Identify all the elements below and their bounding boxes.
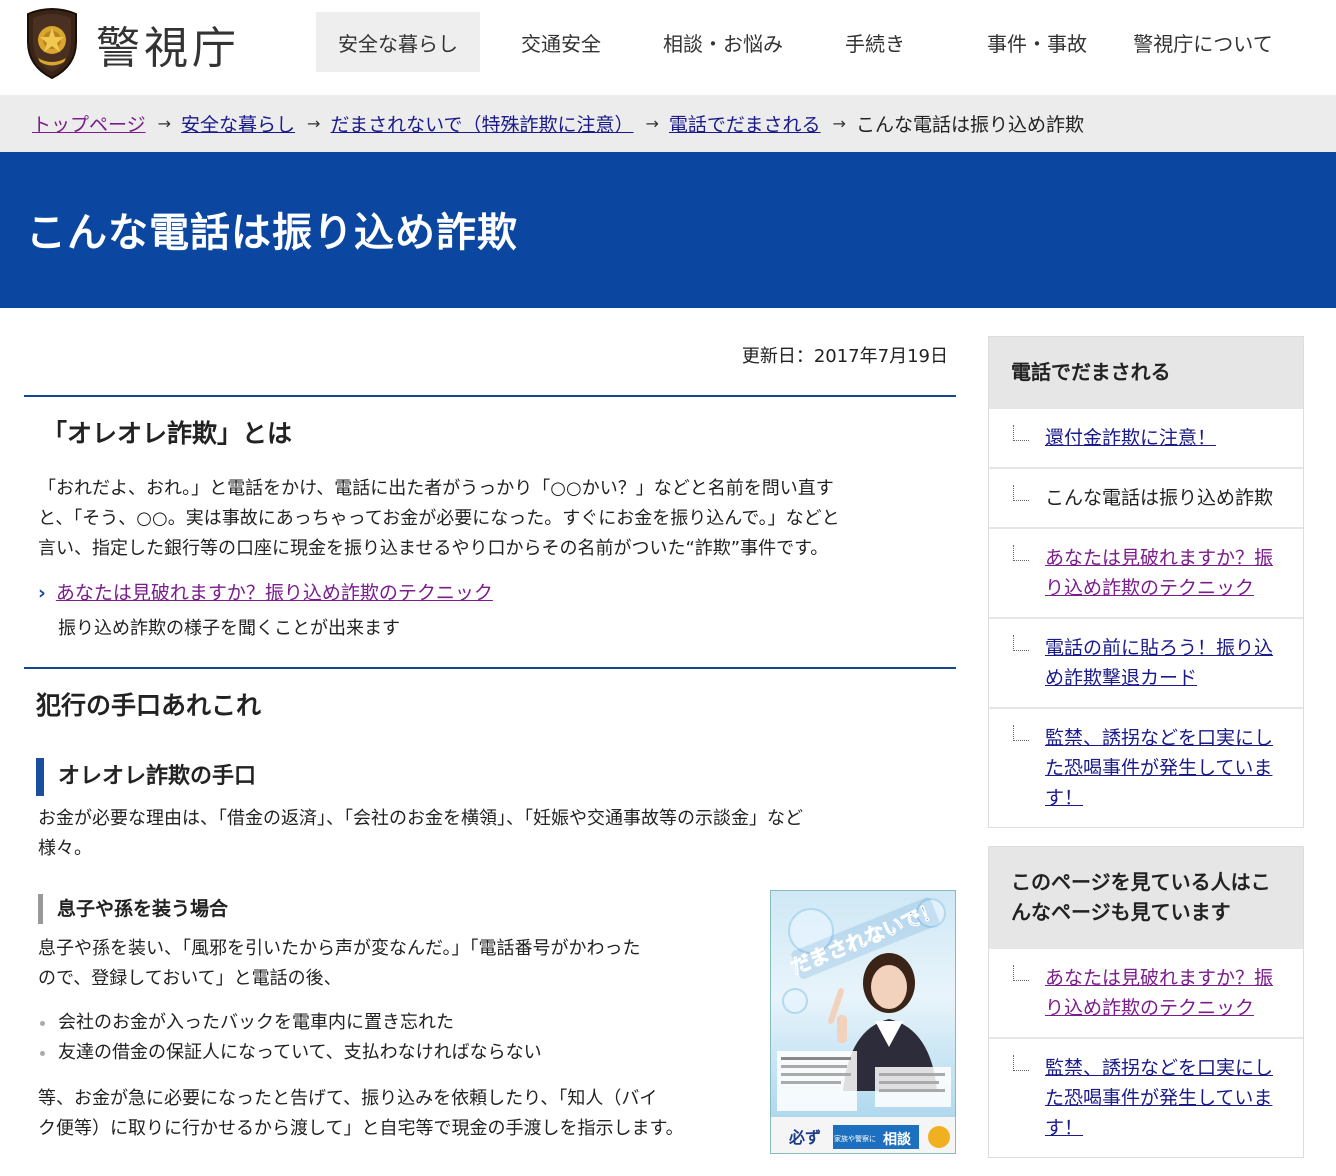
text-line: ク便等）に取りに行かせるから渡して」と自宅等で現金の手渡しを指示します。 [38,1118,684,1139]
nav-item-procedures[interactable]: 手続き [804,12,946,72]
breadcrumb-phone[interactable]: 電話でだまされる [669,110,821,137]
sidebar-link[interactable]: 監禁、誘拐などを口実にし [1045,727,1273,749]
sidebar-item-extortion[interactable]: 監禁、誘拐などを口実にし た恐喝事件が発生していま す！ [989,1037,1303,1157]
page-title: こんな電話は振り込め詐欺 [26,210,518,256]
updated-date: 更新日：2017年7月19日 [741,346,948,367]
case-closing-text: 等、お金が急に必要になったと告げて、振り込みを依頼したり、「知人（バイ ク便等）… [38,1084,768,1144]
poster-footer-mid: 家族や警察に [834,1134,876,1143]
tree-connector-icon [1013,725,1029,741]
breadcrumb-arrow-icon: → [157,114,172,133]
case-bullet-list: 会社のお金が入ったバックを電車内に置き忘れた 友達の借金の保証人になっていて、支… [38,1008,542,1068]
sidebar-link[interactable]: 還付金詐欺に注意！ [1045,427,1216,449]
heading-line: このページを見ている人はこ [1011,870,1271,894]
tree-connector-icon [1013,635,1029,651]
section-intro-text: 「おれだよ、おれ。」と電話をかけ、電話に出た者がうっかり「○○かい？」などと名前… [38,474,950,564]
technique-link-description: 振り込め詐欺の様子を聞くことが出来ます [58,618,400,639]
breadcrumb-top[interactable]: トップページ [32,110,146,137]
chevron-right-icon: › [38,582,46,604]
main-content: 更新日：2017年7月19日 「オレオレ詐欺」とは 「おれだよ、おれ。」と電話を… [24,308,956,1174]
sidebar-link[interactable]: り込め詐欺のテクニック [1045,997,1254,1019]
breadcrumb-safety[interactable]: 安全な暮らし [181,110,295,137]
sidebar-item-current-page: こんな電話は振り込め詐欺 [989,467,1303,527]
sidebar-link[interactable]: た恐喝事件が発生していま [1045,1087,1272,1109]
section-heading-methods: 犯行の手口あれこれ [36,691,262,720]
sidebar-link[interactable]: り込め詐欺のテクニック [1045,577,1254,599]
title-band: こんな電話は振り込め詐欺 [0,152,1336,308]
police-emblem-icon[interactable] [22,6,82,80]
case-text: 息子や孫を装い、「風邪を引いたから声が変なんだ。」「電話番号がかわった ので、登… [38,934,758,994]
tree-connector-icon [1013,1055,1029,1071]
text-line: 「おれだよ、おれ。」と電話をかけ、電話に出た者がうっかり「○○かい？」などと名前… [38,478,834,499]
tree-connector-icon [1013,545,1029,561]
tree-connector-icon [1013,965,1029,981]
nav-item-consultation[interactable]: 相談・お悩み [642,12,804,72]
subheading-ore-ore-methods: オレオレ詐欺の手口 [36,758,256,796]
site-name[interactable]: 警視庁 [96,12,240,76]
sidebar-heading: 電話でだまされる [989,337,1303,407]
poster-footer-end: 相談 [883,1131,912,1148]
section-divider [24,395,956,397]
text-line: 言い、指定した銀行等の口座に現金を振り込ませるやり口からその名前がついた“詐欺”… [38,538,829,559]
sidebar-link[interactable]: 監禁、誘拐などを口実にし [1045,1057,1273,1079]
text-line: 息子や孫を装い、「風邪を引いたから声が変なんだ。」「電話番号がかわった [38,938,641,959]
sidebar-link[interactable]: す！ [1045,787,1083,809]
nav-item-about[interactable]: 警視庁について [1128,12,1278,72]
text-line: ので、登録しておいて」と電話の後、 [38,968,342,989]
breadcrumb-arrow-icon: → [832,114,846,133]
sidebar-item-refund-fraud[interactable]: 還付金詐欺に注意！ [989,407,1303,467]
methods-intro-text: お金が必要な理由は、「借金の返済」、「会社のお金を横領」、「妊娠や交通事故等の示… [38,804,950,864]
breadcrumb-fraud[interactable]: だまされないで（特殊詐欺に注意） [330,110,633,137]
poster-footer-bold: 必ず [788,1128,821,1147]
breadcrumb-current: こんな電話は振り込め詐欺 [855,114,1084,136]
breadcrumb: トップページ → 安全な暮らし → だまされないで（特殊詐欺に注意） → 電話で… [0,95,1336,152]
text-line: 等、お金が急に必要になったと告げて、振り込みを依頼したり、「知人（バイ [38,1088,658,1109]
technique-link-row: › あなたは見破れますか？振り込め詐欺のテクニック [38,578,493,605]
sidebar-link[interactable]: す！ [1045,1117,1083,1139]
breadcrumb-arrow-icon: → [645,114,659,133]
text-line: と、「そう、○○。実は事故にあっちゃってお金が必要になった。すぐにお金を振り込ん… [38,508,840,529]
sidebar: 電話でだまされる 還付金詐欺に注意！ こんな電話は振り込め詐欺 あなたは見破れま… [988,336,1304,1176]
sidebar-box-related: このページを見ている人はこ んなページも見ています あなたは見破れますか？振 り… [988,846,1304,1158]
case-heading-son-grandson: 息子や孫を装う場合 [38,894,228,924]
text-line: お金が必要な理由は、「借金の返済」、「会社のお金を横領」、「妊娠や交通事故等の示… [38,808,803,829]
heading-line: んなページも見ています [1011,900,1231,924]
sidebar-link[interactable]: た恐喝事件が発生していま [1045,757,1272,779]
sidebar-heading: このページを見ている人はこ んなページも見ています [989,847,1303,947]
awareness-poster-image[interactable]: だまされないで！ 必ず 家族や警察に 相談 [770,890,956,1154]
sidebar-item-technique[interactable]: あなたは見破れますか？振 り込め詐欺のテクニック [989,527,1303,617]
section-divider [24,667,956,669]
sidebar-link[interactable]: あなたは見破れますか？振 [1045,547,1273,569]
sidebar-item-technique[interactable]: あなたは見破れますか？振 り込め詐欺のテクニック [989,947,1303,1037]
sidebar-link[interactable]: め詐欺撃退カード [1045,667,1197,689]
technique-link[interactable]: あなたは見破れますか？振り込め詐欺のテクニック [56,582,493,604]
tree-connector-icon [1013,485,1029,501]
breadcrumb-arrow-icon: → [307,114,321,133]
site-header: 警視庁 安全な暮らし 交通安全 相談・お悩み 手続き 事件・事故 警視庁について [0,0,1336,95]
global-nav: 安全な暮らし 交通安全 相談・お悩み 手続き 事件・事故 警視庁について [316,12,1278,72]
sidebar-link[interactable]: 電話の前に貼ろう！振り込 [1045,637,1273,659]
sidebar-item-extortion[interactable]: 監禁、誘拐などを口実にし た恐喝事件が発生していま す！ [989,707,1303,827]
tree-connector-icon [1013,425,1029,441]
nav-item-safety[interactable]: 安全な暮らし [316,12,480,72]
sidebar-link[interactable]: あなたは見破れますか？振 [1045,967,1273,989]
text-line: 様々。 [38,838,92,859]
section-heading-ore-ore: 「オレオレ詐欺」とは [42,419,293,448]
sidebar-item-card[interactable]: 電話の前に貼ろう！振り込 め詐欺撃退カード [989,617,1303,707]
nav-item-traffic[interactable]: 交通安全 [480,12,642,72]
sidebar-current-label: こんな電話は振り込め詐欺 [1045,487,1274,509]
sidebar-box-phone-fraud: 電話でだまされる 還付金詐欺に注意！ こんな電話は振り込め詐欺 あなたは見破れま… [988,336,1304,828]
nav-item-incidents[interactable]: 事件・事故 [946,12,1128,72]
list-item: 会社のお金が入ったバックを電車内に置き忘れた [38,1008,542,1038]
list-item: 友達の借金の保証人になっていて、支払わなければならない [38,1038,542,1068]
poster-illustration: だまされないで！ 必ず 家族や警察に 相談 [771,897,955,1153]
